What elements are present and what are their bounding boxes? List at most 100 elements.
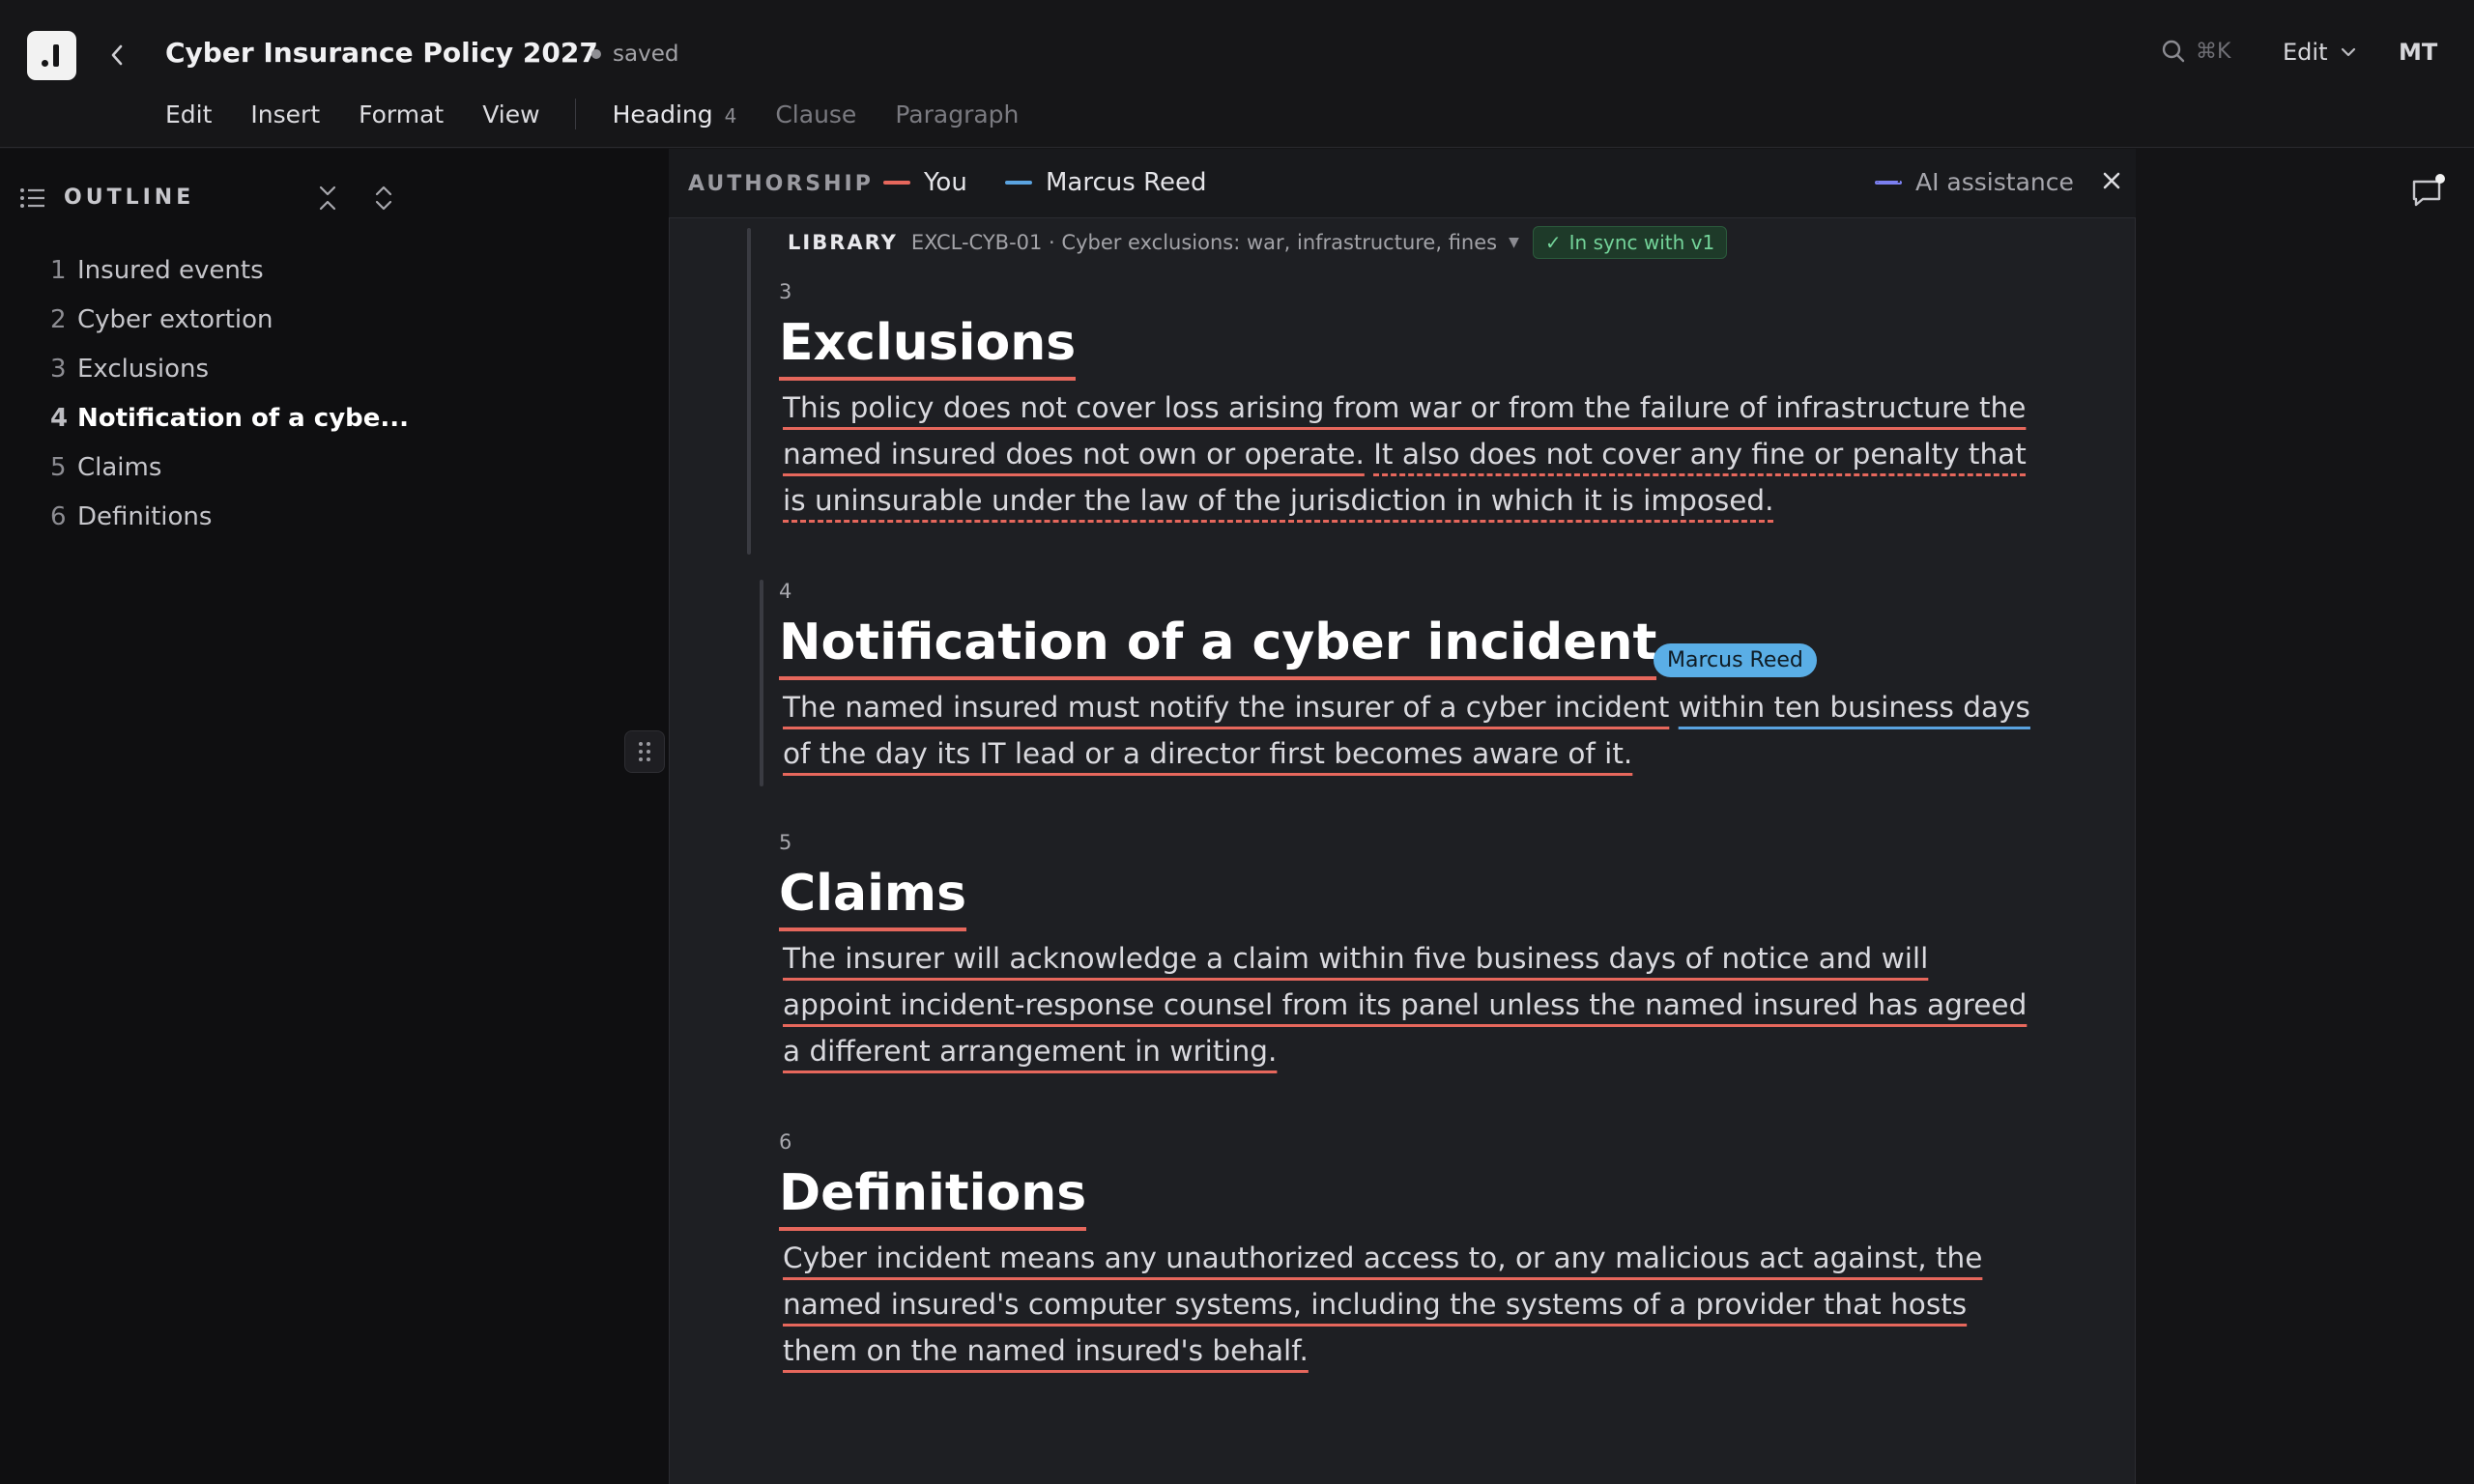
authorship-title: AUTHORSHIP (688, 172, 874, 196)
outline-item-notification[interactable]: 4 Notification of a cybe... (50, 393, 409, 442)
ai-swatch (1875, 180, 1902, 185)
outline-item-number: 4 (50, 403, 69, 433)
text-by-marcus: within ten business days (1678, 691, 2030, 724)
ai-label: AI assistance (1915, 168, 2074, 196)
chevron-left-icon (111, 44, 123, 66)
section-heading[interactable]: Notification of a cyber incident (779, 609, 1657, 680)
sync-status-badge: ✓ In sync with v1 (1532, 226, 1728, 259)
back-button[interactable] (102, 39, 131, 71)
search-shortcut: ⌘K (2196, 39, 2231, 64)
outline-item-label: Claims (77, 452, 162, 482)
author-name: You (924, 168, 967, 197)
text-by-you: of the day its IT lead or a director fir… (783, 737, 1633, 770)
close-icon (2103, 172, 2120, 189)
outline-label: OUTLINE (64, 186, 195, 210)
menu-insert[interactable]: Insert (250, 100, 320, 128)
chevron-down-icon (2342, 47, 2356, 57)
section-number: 6 (779, 1130, 792, 1154)
legend-author-marcus: Marcus Reed (1005, 168, 1206, 197)
comments-button[interactable] (2410, 174, 2445, 213)
outline-item-exclusions[interactable]: 3 Exclusions (50, 344, 409, 393)
menu-divider (574, 99, 576, 129)
edit-mode-label: Edit (2283, 39, 2328, 66)
logo-bar (53, 44, 59, 67)
style-heading[interactable]: Heading 4 (613, 100, 737, 128)
document-title[interactable]: Cyber Insurance Policy 2027 (165, 37, 598, 69)
section-exclusions: 3 Exclusions This policy does not cover … (779, 280, 2035, 531)
outline-item-label: Definitions (77, 501, 213, 531)
style-paragraph[interactable]: Paragraph (895, 100, 1019, 128)
style-heading-label: Heading (612, 100, 713, 128)
section-body[interactable]: Cyber incident means any unauthorized ac… (783, 1235, 2039, 1374)
style-heading-level: 4 (724, 103, 737, 128)
collapse-icon (319, 186, 336, 211)
outline-item-cyber-extortion[interactable]: 2 Cyber extortion (50, 295, 409, 344)
outline-item-label: Notification of a cybe... (77, 403, 410, 433)
section-heading[interactable]: Exclusions (779, 309, 1077, 381)
outline-sidebar: OUTLINE 1 Insured events 2 Cyber extorti… (0, 149, 669, 1484)
menu-bar: Edit Insert Format View Heading 4 Clause… (165, 97, 1057, 131)
section-heading[interactable]: Definitions (779, 1159, 1087, 1231)
right-gutter (2136, 149, 2474, 1484)
sidebar-resize-handle[interactable] (624, 730, 665, 773)
section-definitions: 6 Definitions Cyber incident means any u… (779, 1130, 2035, 1382)
search-icon (2162, 40, 2185, 63)
text-by-you: The insurer will acknowledge a claim wit… (783, 942, 2028, 1068)
clause-bar-exclusions (747, 228, 751, 555)
save-status-dot (591, 49, 601, 59)
logo-dot (42, 60, 48, 67)
outline-item-insured-events[interactable]: 1 Insured events (50, 245, 409, 295)
style-clause[interactable]: Clause (775, 100, 856, 128)
save-status-text: saved (613, 42, 679, 67)
check-icon: ✓ (1544, 231, 1562, 254)
library-bar: LIBRARY EXCL-CYB-01 · Cyber exclusions: … (788, 226, 1728, 259)
author-swatch (883, 181, 910, 185)
text-by-you: The named insured must notify the insure… (783, 691, 1670, 724)
outline-item-number: 2 (50, 304, 67, 334)
text-by-you: Cyber incident means any unauthorized ac… (783, 1241, 1983, 1367)
edit-mode-dropdown[interactable]: Edit (2283, 39, 2356, 66)
comments-unread-badge (2435, 174, 2445, 184)
collaborator-cursor-label: Marcus Reed (1654, 643, 1817, 677)
collapse-all-button[interactable] (315, 184, 340, 216)
outline-item-label: Cyber extortion (77, 304, 273, 334)
section-body[interactable]: This policy does not cover loss arising … (783, 385, 2039, 524)
outline-item-number: 3 (50, 354, 67, 384)
menu-format[interactable]: Format (359, 100, 444, 128)
outline-list: 1 Insured events 2 Cyber extortion 3 Exc… (50, 245, 409, 541)
outline-header: OUTLINE (19, 182, 406, 214)
expand-all-button[interactable] (371, 184, 396, 216)
close-authorship-button[interactable] (2101, 170, 2122, 195)
library-reference[interactable]: EXCL-CYB-01 · Cyber exclusions: war, inf… (911, 231, 1497, 254)
list-icon (20, 188, 44, 208)
user-avatar[interactable]: MT (2399, 39, 2437, 66)
search-button[interactable]: ⌘K (2161, 39, 2230, 64)
menu-edit[interactable]: Edit (165, 100, 212, 128)
top-bar: Cyber Insurance Policy 2027 saved ⌘K Edi… (0, 0, 2474, 148)
save-status: saved (591, 42, 678, 67)
section-number: 4 (779, 580, 792, 603)
section-body[interactable]: The insurer will acknowledge a claim wit… (783, 935, 2039, 1074)
author-swatch (1005, 181, 1032, 185)
expand-icon (375, 186, 392, 211)
clause-bar-notification (760, 580, 763, 786)
menu-view[interactable]: View (482, 100, 539, 128)
outline-item-label: Insured events (77, 255, 264, 285)
outline-item-number: 1 (50, 255, 67, 285)
drag-handle-icon (639, 742, 650, 761)
legend-author-you: You (883, 168, 967, 197)
outline-item-number: 5 (50, 452, 67, 482)
outline-item-claims[interactable]: 5 Claims (50, 442, 409, 492)
section-notification: 4 Notification of a cyber incident The n… (779, 580, 2035, 792)
authorship-bar: AUTHORSHIP You Marcus Reed AI assistance (669, 149, 2136, 218)
outline-item-number: 6 (50, 501, 67, 531)
section-number: 3 (779, 280, 792, 303)
legend-ai-assistance: AI assistance (1875, 168, 2074, 196)
section-heading[interactable]: Claims (779, 860, 967, 931)
outline-item-label: Exclusions (77, 354, 210, 384)
app-logo[interactable] (27, 31, 76, 80)
section-number: 5 (779, 831, 792, 854)
caret-down-icon[interactable]: ▼ (1509, 235, 1519, 250)
outline-item-definitions[interactable]: 6 Definitions (50, 492, 409, 541)
section-body[interactable]: The named insured must notify the insure… (783, 684, 2039, 777)
